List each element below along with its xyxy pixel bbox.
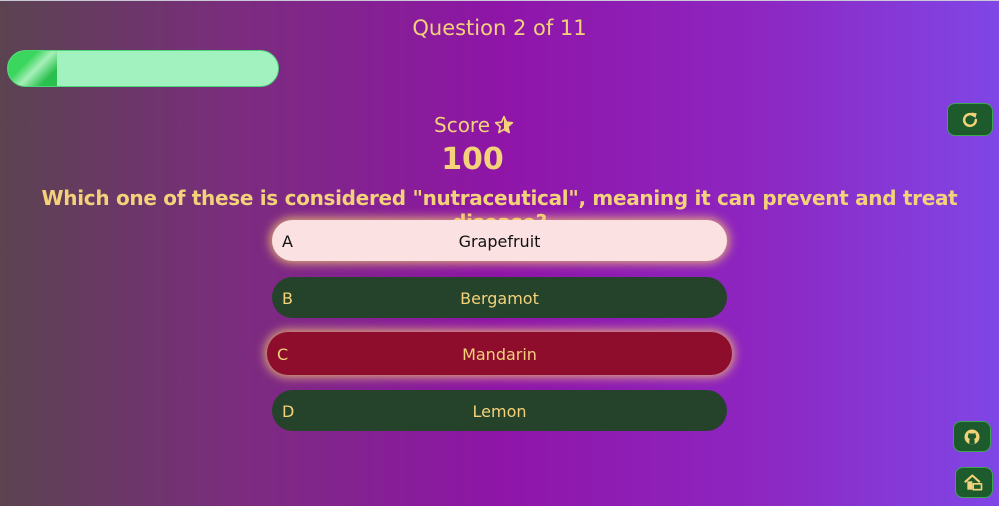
option-b-button[interactable]: B Bergamot — [272, 277, 727, 318]
restart-icon — [962, 112, 978, 127]
home-button[interactable] — [955, 467, 993, 498]
option-c-button[interactable]: C Mandarin — [267, 332, 732, 375]
score-value: 100 — [441, 142, 504, 177]
option-a-button[interactable]: A Grapefruit — [272, 220, 727, 261]
score-label: Score — [434, 113, 491, 137]
github-button[interactable] — [953, 421, 991, 452]
question-counter: Question 2 of 11 — [412, 16, 587, 40]
top-edge — [0, 0, 999, 1]
option-label: Grapefruit — [458, 232, 541, 251]
option-label: Mandarin — [462, 345, 537, 364]
option-label: Bergamot — [460, 289, 539, 308]
github-icon — [964, 429, 980, 444]
star-icon — [494, 115, 514, 134]
progress-bar — [7, 50, 279, 87]
option-d-button[interactable]: D Lemon — [272, 390, 727, 431]
home-icon — [964, 473, 983, 490]
option-label: Lemon — [472, 402, 527, 421]
progress-fill — [8, 51, 57, 86]
restart-button[interactable] — [947, 103, 993, 136]
